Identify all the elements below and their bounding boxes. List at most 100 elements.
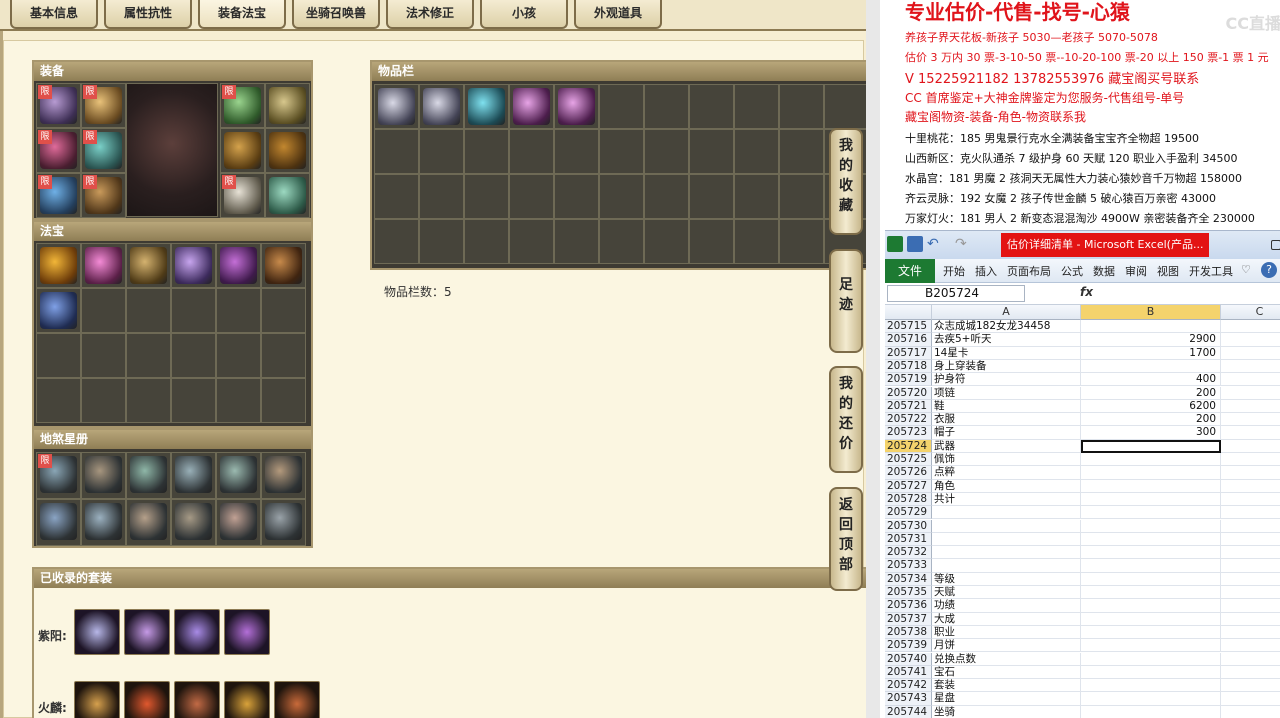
cell-b[interactable] (1081, 692, 1221, 706)
cell-a[interactable]: 身上穿装备 (932, 359, 1081, 374)
equipment-slot[interactable] (220, 128, 265, 173)
equipment-slot[interactable]: 限 (220, 83, 265, 128)
menu-page-layout[interactable]: 页面布局 (1007, 263, 1051, 279)
cell-c[interactable] (1221, 586, 1280, 600)
column-header-a[interactable]: A (932, 305, 1081, 320)
cell-b[interactable] (1081, 652, 1221, 666)
row-header[interactable]: 205744 (885, 705, 932, 718)
row-header[interactable]: 205718 (885, 359, 932, 374)
inventory-slot[interactable] (509, 129, 554, 174)
tab-attributes[interactable]: 属性抗性 (104, 0, 192, 29)
inventory-slot[interactable] (464, 129, 509, 174)
save-icon[interactable] (907, 236, 923, 252)
star-card-slot[interactable] (36, 499, 81, 546)
treasure-slot[interactable] (216, 243, 261, 288)
cell-c[interactable] (1221, 387, 1280, 400)
star-card-slot[interactable] (81, 499, 126, 546)
inventory-slot[interactable] (464, 219, 509, 264)
cell-b[interactable] (1081, 506, 1221, 520)
star-card-slot[interactable] (81, 452, 126, 499)
column-header-b[interactable]: B (1081, 305, 1221, 320)
row-header[interactable]: 205728 (885, 492, 932, 507)
star-card-slot[interactable] (216, 452, 261, 499)
inventory-slot[interactable] (599, 174, 644, 219)
cell-c[interactable] (1221, 333, 1280, 347)
row-header[interactable]: 205724 (885, 439, 932, 453)
cell-a[interactable]: 项链 (932, 386, 1081, 400)
cell-c[interactable] (1221, 653, 1280, 666)
row-header[interactable]: 205716 (885, 333, 932, 347)
set-icon-huolin[interactable] (274, 681, 320, 718)
menu-developer[interactable]: 开发工具 (1189, 263, 1233, 279)
cell-a[interactable]: 14星卡 (932, 346, 1081, 360)
set-icon-huolin[interactable] (174, 681, 220, 718)
cell-c[interactable] (1221, 666, 1280, 680)
menu-formulas[interactable]: 公式 (1061, 263, 1083, 279)
menu-insert[interactable]: 插入 (975, 263, 997, 279)
inventory-slot[interactable] (464, 174, 509, 219)
cell-b[interactable]: 200 (1081, 413, 1221, 427)
inventory-slot[interactable] (419, 219, 464, 264)
cell-b[interactable] (1081, 679, 1221, 693)
cell-c[interactable] (1221, 639, 1280, 653)
set-icon-ziyang[interactable] (124, 609, 170, 655)
cell-a[interactable]: 共计 (932, 492, 1081, 507)
star-card-slot[interactable] (171, 499, 216, 546)
cell-c[interactable] (1221, 480, 1280, 493)
set-icon-ziyang[interactable] (224, 609, 270, 655)
cell-c[interactable] (1221, 533, 1280, 547)
cell-a[interactable]: 兑换点数 (932, 652, 1081, 666)
row-header[interactable]: 205719 (885, 373, 932, 387)
inventory-slot[interactable] (599, 219, 644, 264)
cell-a[interactable]: 天赋 (932, 586, 1081, 600)
cell-b[interactable] (1081, 359, 1221, 374)
set-icon-huolin[interactable] (74, 681, 120, 718)
cell-b[interactable] (1081, 599, 1221, 613)
cell-b[interactable]: 200 (1081, 386, 1221, 400)
row-header[interactable]: 205727 (885, 479, 932, 493)
cell-a[interactable]: 功绩 (932, 599, 1081, 613)
inventory-slot[interactable] (779, 219, 824, 264)
equipment-slot[interactable]: 限 (81, 83, 126, 128)
worksheet[interactable]: A B C 205715 众志成城182女龙34458 205716 去疾5+听天 29… (885, 305, 1280, 718)
row-header[interactable]: 205733 (885, 559, 932, 573)
inventory-slot[interactable] (644, 129, 689, 174)
column-header-c[interactable]: C (1221, 305, 1280, 320)
cell-a[interactable]: 去疾5+听天 (932, 333, 1081, 347)
star-card-slot[interactable] (171, 452, 216, 499)
treasure-slot[interactable] (216, 378, 261, 423)
inventory-slot[interactable] (374, 174, 419, 219)
inventory-slot[interactable] (509, 219, 554, 264)
cell-a[interactable] (932, 546, 1081, 560)
cell-c[interactable] (1221, 679, 1280, 693)
cell-c[interactable] (1221, 413, 1280, 427)
cell-b[interactable] (1081, 559, 1221, 573)
row-header[interactable]: 205723 (885, 426, 932, 440)
cell-c[interactable] (1221, 626, 1280, 640)
inventory-slot[interactable] (509, 84, 554, 129)
cell-a[interactable]: 鞋 (932, 399, 1081, 414)
cell-a[interactable]: 角色 (932, 479, 1081, 493)
inventory-slot[interactable] (779, 129, 824, 174)
star-card-slot[interactable] (261, 452, 306, 499)
cell-c[interactable] (1221, 426, 1280, 440)
cell-a[interactable] (932, 532, 1081, 547)
inventory-slot[interactable] (554, 129, 599, 174)
row-header[interactable]: 205720 (885, 386, 932, 400)
cell-b[interactable] (1081, 453, 1221, 467)
inventory-slot[interactable] (419, 174, 464, 219)
cell-a[interactable]: 月饼 (932, 639, 1081, 653)
cell-a[interactable]: 衣服 (932, 413, 1081, 427)
inventory-slot[interactable] (779, 174, 824, 219)
treasure-slot[interactable] (126, 243, 171, 288)
treasure-slot[interactable] (126, 333, 171, 378)
cell-c[interactable] (1221, 453, 1280, 467)
tab-basic-info[interactable]: 基本信息 (10, 0, 98, 29)
cell-a[interactable]: 等级 (932, 572, 1081, 586)
cell-a[interactable]: 众志成城182女龙34458 (932, 320, 1081, 334)
cell-b[interactable] (1081, 665, 1221, 680)
treasure-slot[interactable] (126, 288, 171, 333)
star-card-slot[interactable] (261, 499, 306, 546)
cell-c[interactable] (1221, 466, 1280, 480)
cell-c[interactable] (1221, 520, 1280, 533)
